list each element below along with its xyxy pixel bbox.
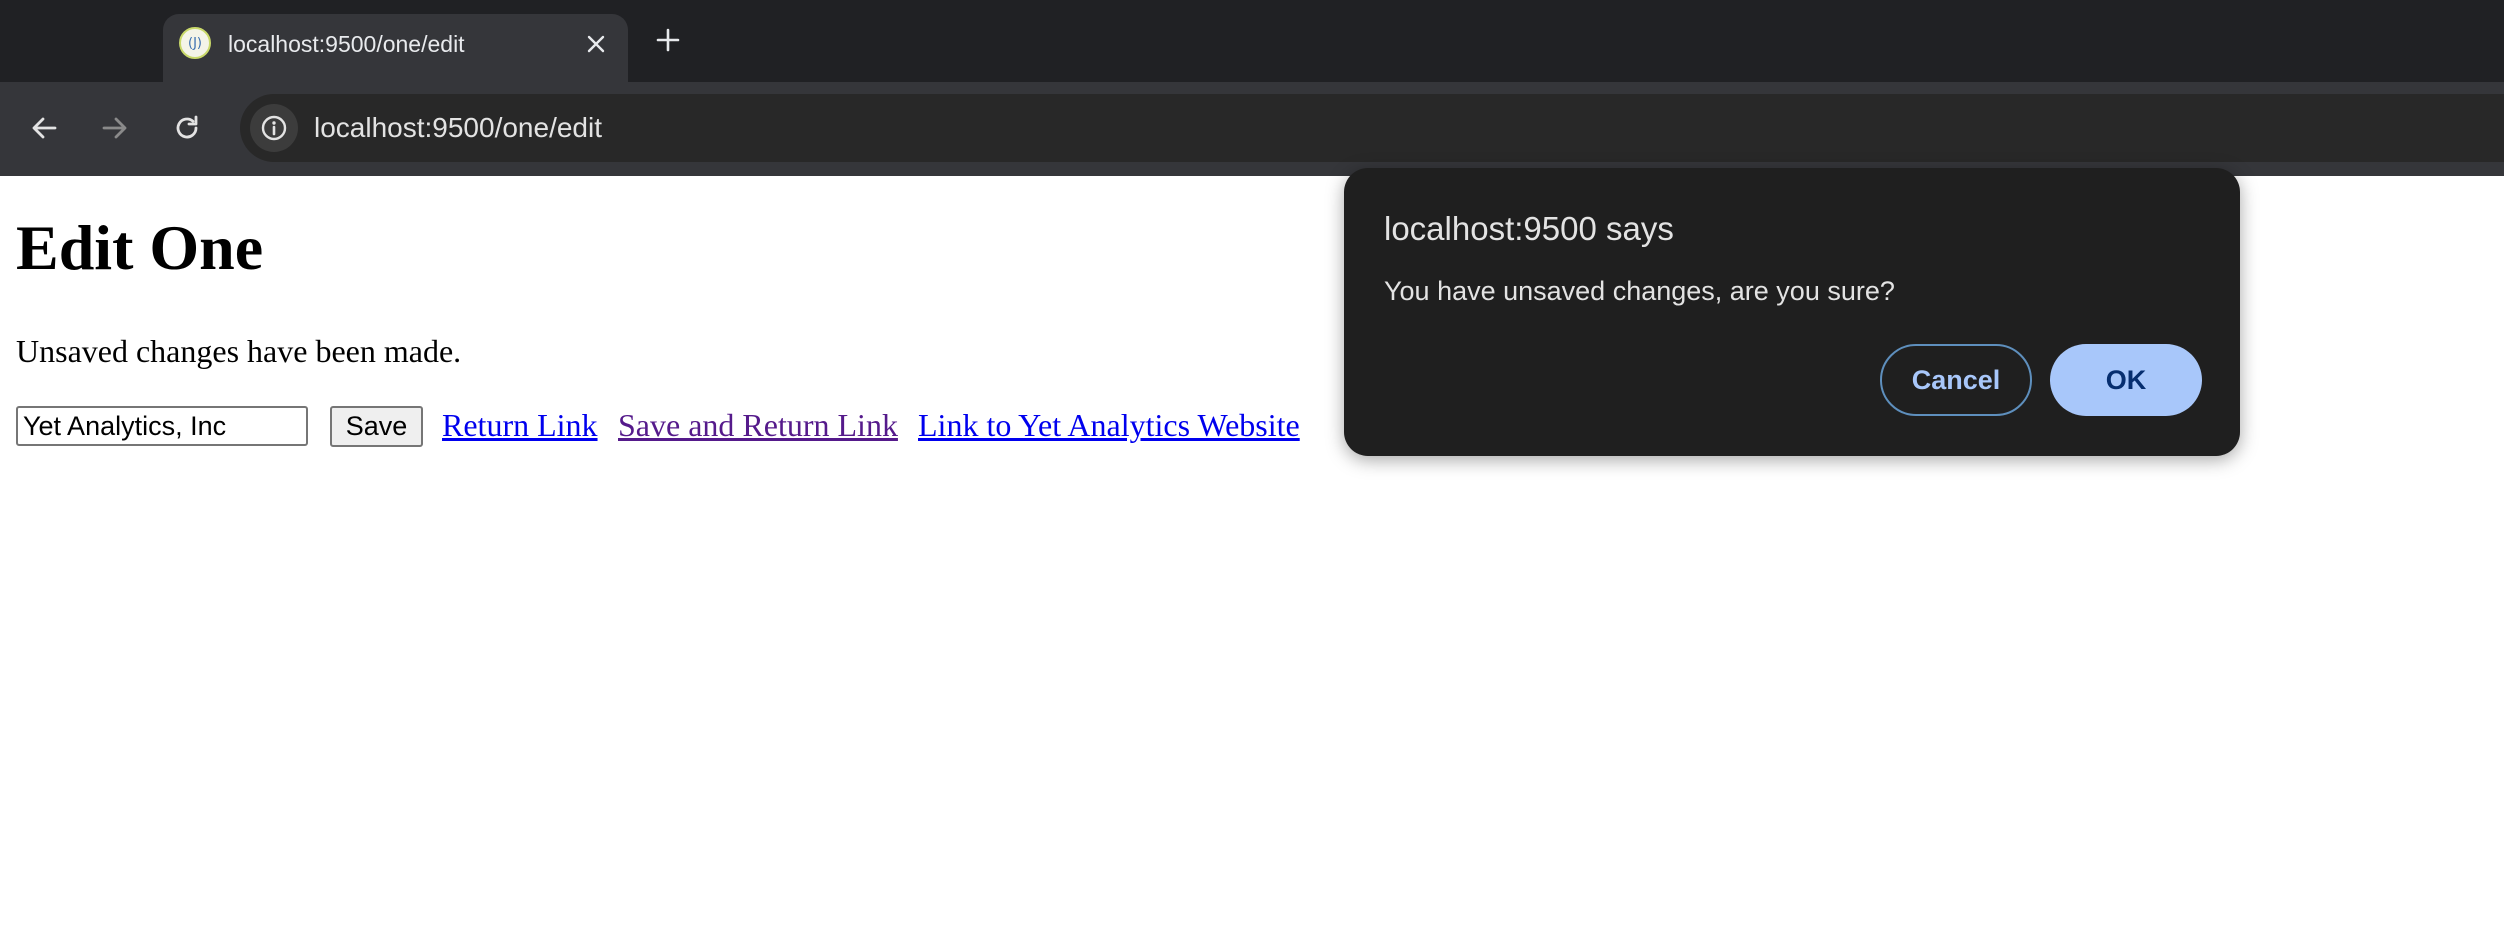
address-bar[interactable]: localhost:9500/one/edit: [240, 94, 2504, 162]
ok-button[interactable]: OK: [2050, 344, 2202, 416]
dialog-title: localhost:9500 says: [1384, 210, 1674, 247]
page-title: Edit One: [16, 212, 264, 283]
address-url[interactable]: localhost:9500/one/edit: [314, 94, 602, 162]
favicon-icon: (J): [179, 27, 211, 59]
reload-icon[interactable]: [163, 104, 211, 152]
browser-tab[interactable]: (J) localhost:9500/one/edit: [163, 14, 628, 82]
dialog-message: You have unsaved changes, are you sure?: [1384, 276, 1895, 306]
save-button[interactable]: Save: [330, 406, 423, 447]
close-icon[interactable]: [578, 26, 614, 62]
name-input[interactable]: [16, 406, 308, 446]
arrow-left-icon[interactable]: [20, 104, 68, 152]
cancel-button[interactable]: Cancel: [1880, 344, 2032, 416]
tab-strip: (J) localhost:9500/one/edit: [0, 0, 2504, 82]
status-message: Unsaved changes have been made.: [16, 333, 462, 369]
browser-toolbar: localhost:9500/one/edit: [0, 82, 2504, 176]
alert-dialog: localhost:9500 says You have unsaved cha…: [1344, 168, 2240, 456]
tab-title: localhost:9500/one/edit: [228, 31, 465, 57]
arrow-right-icon[interactable]: [91, 104, 139, 152]
favicon-label: (J): [188, 35, 202, 51]
info-icon[interactable]: [250, 104, 298, 152]
website-link[interactable]: Link to Yet Analytics Website: [918, 405, 1300, 445]
return-link[interactable]: Return Link: [442, 405, 598, 445]
plus-icon[interactable]: [650, 20, 686, 60]
save-and-return-link[interactable]: Save and Return Link: [618, 405, 898, 445]
